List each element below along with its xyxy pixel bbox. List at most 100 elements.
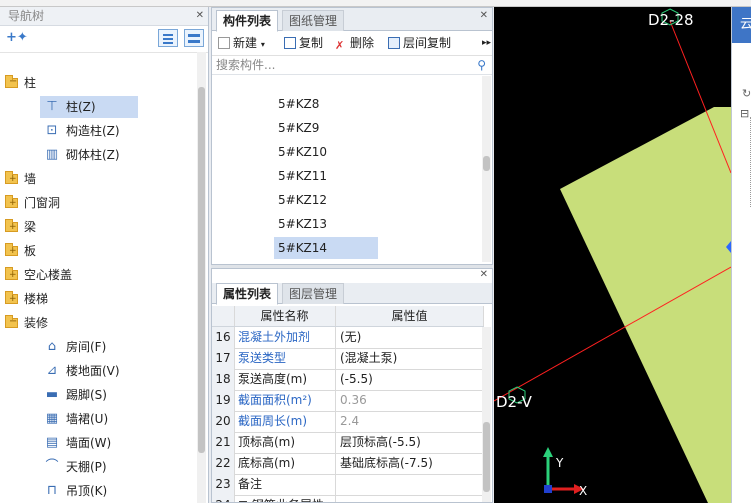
table-row[interactable]: 18 泵送高度(m) (-5.5)	[212, 369, 484, 391]
property-name: 泵送高度(m)	[234, 369, 336, 390]
list-item[interactable]: 5#KZ9	[274, 117, 378, 139]
tree-node[interactable]: ⊿ 楼地面(V)	[40, 360, 138, 382]
table-row[interactable]: 20 截面周长(m) 2.4	[212, 411, 484, 433]
folder-icon[interactable]: +	[5, 171, 18, 184]
tree-node[interactable]: + 门窗洞	[4, 192, 184, 214]
new-button[interactable]: 新建 ▾	[218, 31, 265, 55]
component-search[interactable]: 搜索构件... ⚲	[212, 56, 492, 75]
tab-component-list[interactable]: 构件列表	[216, 10, 279, 32]
tree-node[interactable]: ▤ 墙面(W)	[40, 432, 138, 454]
copy-icon	[284, 37, 296, 49]
tree-node[interactable]: ⌒ 天棚(P)	[40, 456, 138, 478]
folder-icon[interactable]: +	[5, 243, 18, 256]
delete-label: 删除	[350, 36, 375, 50]
tree-node[interactable]: ⌂ 房间(F)	[40, 336, 138, 358]
canvas-svg: D2-28 D2-V Y X	[494, 8, 731, 503]
tree-node[interactable]: ⊤ 柱(Z)	[40, 96, 138, 118]
property-value[interactable]	[336, 474, 484, 495]
property-value[interactable]: 0.36	[336, 390, 484, 411]
table-row[interactable]: 24⊞ 钢筋业务属性	[212, 495, 484, 502]
tree-node[interactable]: + 梁	[4, 216, 184, 238]
property-value[interactable]: (-5.5)	[336, 369, 484, 390]
close-icon[interactable]: ✕	[196, 7, 204, 25]
refresh-icon[interactable]: ↻	[742, 87, 751, 100]
tree-node-label: 构造柱(Z)	[66, 124, 120, 138]
row-number: 23	[212, 474, 235, 495]
tree-node[interactable]: + 墙	[4, 168, 184, 190]
component-scroll-thumb[interactable]	[483, 156, 490, 171]
list-item[interactable]: 5#KZ11	[274, 165, 378, 187]
tree-node-label: 吊顶(K)	[66, 484, 108, 498]
component-scrollbar[interactable]	[482, 76, 491, 262]
table-row[interactable]: 17 泵送类型 (混凝土泵)	[212, 348, 484, 370]
tree-node[interactable]: ▦ 墙裙(U)	[40, 408, 138, 430]
folder-icon[interactable]: +	[5, 267, 18, 280]
copy-button[interactable]: 复制	[284, 31, 323, 55]
tree-node-label: 梁	[24, 220, 37, 234]
list-item[interactable]: 5#KZ14	[274, 237, 378, 259]
tree-node[interactable]: + 板	[4, 240, 184, 262]
drawing-canvas[interactable]: D2-28 D2-V Y X	[494, 7, 731, 503]
property-list-panel: 属性列表 图层管理 ✕ 属性名称 属性值 16 混凝土外加剂 (无) 17 泵送类型 (混…	[211, 268, 493, 503]
list-item[interactable]: 5#KZ8	[274, 93, 378, 115]
list-item[interactable]: 5#KZ13	[274, 213, 378, 235]
delete-button[interactable]: ✗ 删除	[335, 31, 374, 55]
table-row[interactable]: 19 截面面积(m²) 0.36	[212, 390, 484, 412]
collapse-icon[interactable]: ⊟	[740, 107, 749, 120]
dado-icon: ▦	[45, 411, 59, 426]
plus-star-icon[interactable]: +✦	[6, 30, 28, 45]
close-icon[interactable]: ✕	[480, 269, 488, 280]
tab-layer-management[interactable]: 图层管理	[282, 283, 345, 304]
floor-copy-button[interactable]: 层间复制	[388, 31, 451, 55]
list-item[interactable]: 5#KZ12	[274, 189, 378, 211]
table-row[interactable]: 16 混凝土外加剂 (无)	[212, 327, 484, 349]
tree-node[interactable]: ▥ 砌体柱(Z)	[40, 144, 138, 166]
tree-node[interactable]: − 装修	[4, 312, 184, 334]
column-shape[interactable]	[560, 107, 731, 503]
property-scrollbar[interactable]	[482, 327, 491, 502]
property-value[interactable]: (混凝土泵)	[336, 348, 484, 369]
tree-node[interactable]: + 空心楼盖	[4, 264, 184, 286]
table-row[interactable]: 22 底标高(m) 基础底标高(-7.5)	[212, 453, 484, 475]
property-value[interactable]: 2.4	[336, 411, 484, 432]
navigation-tree-panel: 导航树 ✕ +✦ − 柱 ⊤ 柱(Z) ⊡ 构造柱(Z) ▥ 砌体柱(Z) + 墙 + 门窗洞 + 梁 + 板…	[0, 7, 209, 503]
folder-icon[interactable]: −	[5, 315, 18, 328]
tree-node-label: 柱(Z)	[66, 100, 96, 114]
list-item[interactable]: 5#KZ10	[274, 141, 378, 163]
nav-toolbar: +✦	[0, 26, 208, 53]
row-number: 24	[212, 495, 235, 502]
property-scroll-thumb[interactable]	[483, 422, 490, 492]
tree-node[interactable]: − 柱	[4, 72, 184, 94]
folder-icon[interactable]: +	[5, 195, 18, 208]
tree-node-label: 天棚(P)	[66, 460, 107, 474]
table-row[interactable]: 21 顶标高(m) 层顶标高(-5.5)	[212, 432, 484, 454]
tree-node[interactable]: ⊓ 吊顶(K)	[40, 480, 138, 502]
folder-icon[interactable]: +	[5, 219, 18, 232]
tree-node[interactable]: + 楼梯	[4, 288, 184, 310]
y-axis-label: Y	[555, 456, 564, 470]
tab-property-list[interactable]: 属性列表	[216, 283, 279, 305]
x-axis-label: X	[579, 484, 587, 498]
suspended-ceiling-icon: ⊓	[46, 483, 58, 498]
tree-node[interactable]: ⊡ 构造柱(Z)	[40, 120, 138, 142]
nav-scroll-thumb[interactable]	[198, 87, 205, 453]
folder-icon[interactable]: −	[5, 75, 18, 88]
folder-icon[interactable]: +	[5, 291, 18, 304]
property-value[interactable]: 层顶标高(-5.5)	[336, 432, 484, 453]
property-value[interactable]	[336, 495, 484, 502]
list-view-button[interactable]	[158, 29, 178, 47]
header-value: 属性值	[336, 306, 484, 326]
grid-view-button[interactable]	[184, 29, 204, 47]
nav-scrollbar[interactable]	[197, 52, 206, 503]
close-icon[interactable]: ✕	[480, 10, 488, 21]
property-value[interactable]: (无)	[336, 327, 484, 348]
search-input[interactable]: 搜索构件...	[216, 58, 275, 72]
copy-label: 复制	[299, 36, 324, 50]
table-row[interactable]: 23 备注	[212, 474, 484, 496]
more-icon[interactable]: ▸▸	[482, 31, 491, 55]
tree-node[interactable]: ▬ 踢脚(S)	[40, 384, 138, 406]
search-icon[interactable]: ⚲	[477, 56, 486, 74]
tab-drawing-management[interactable]: 图纸管理	[282, 10, 345, 31]
new-label: 新建	[233, 36, 258, 50]
property-value[interactable]: 基础底标高(-7.5)	[336, 453, 484, 474]
